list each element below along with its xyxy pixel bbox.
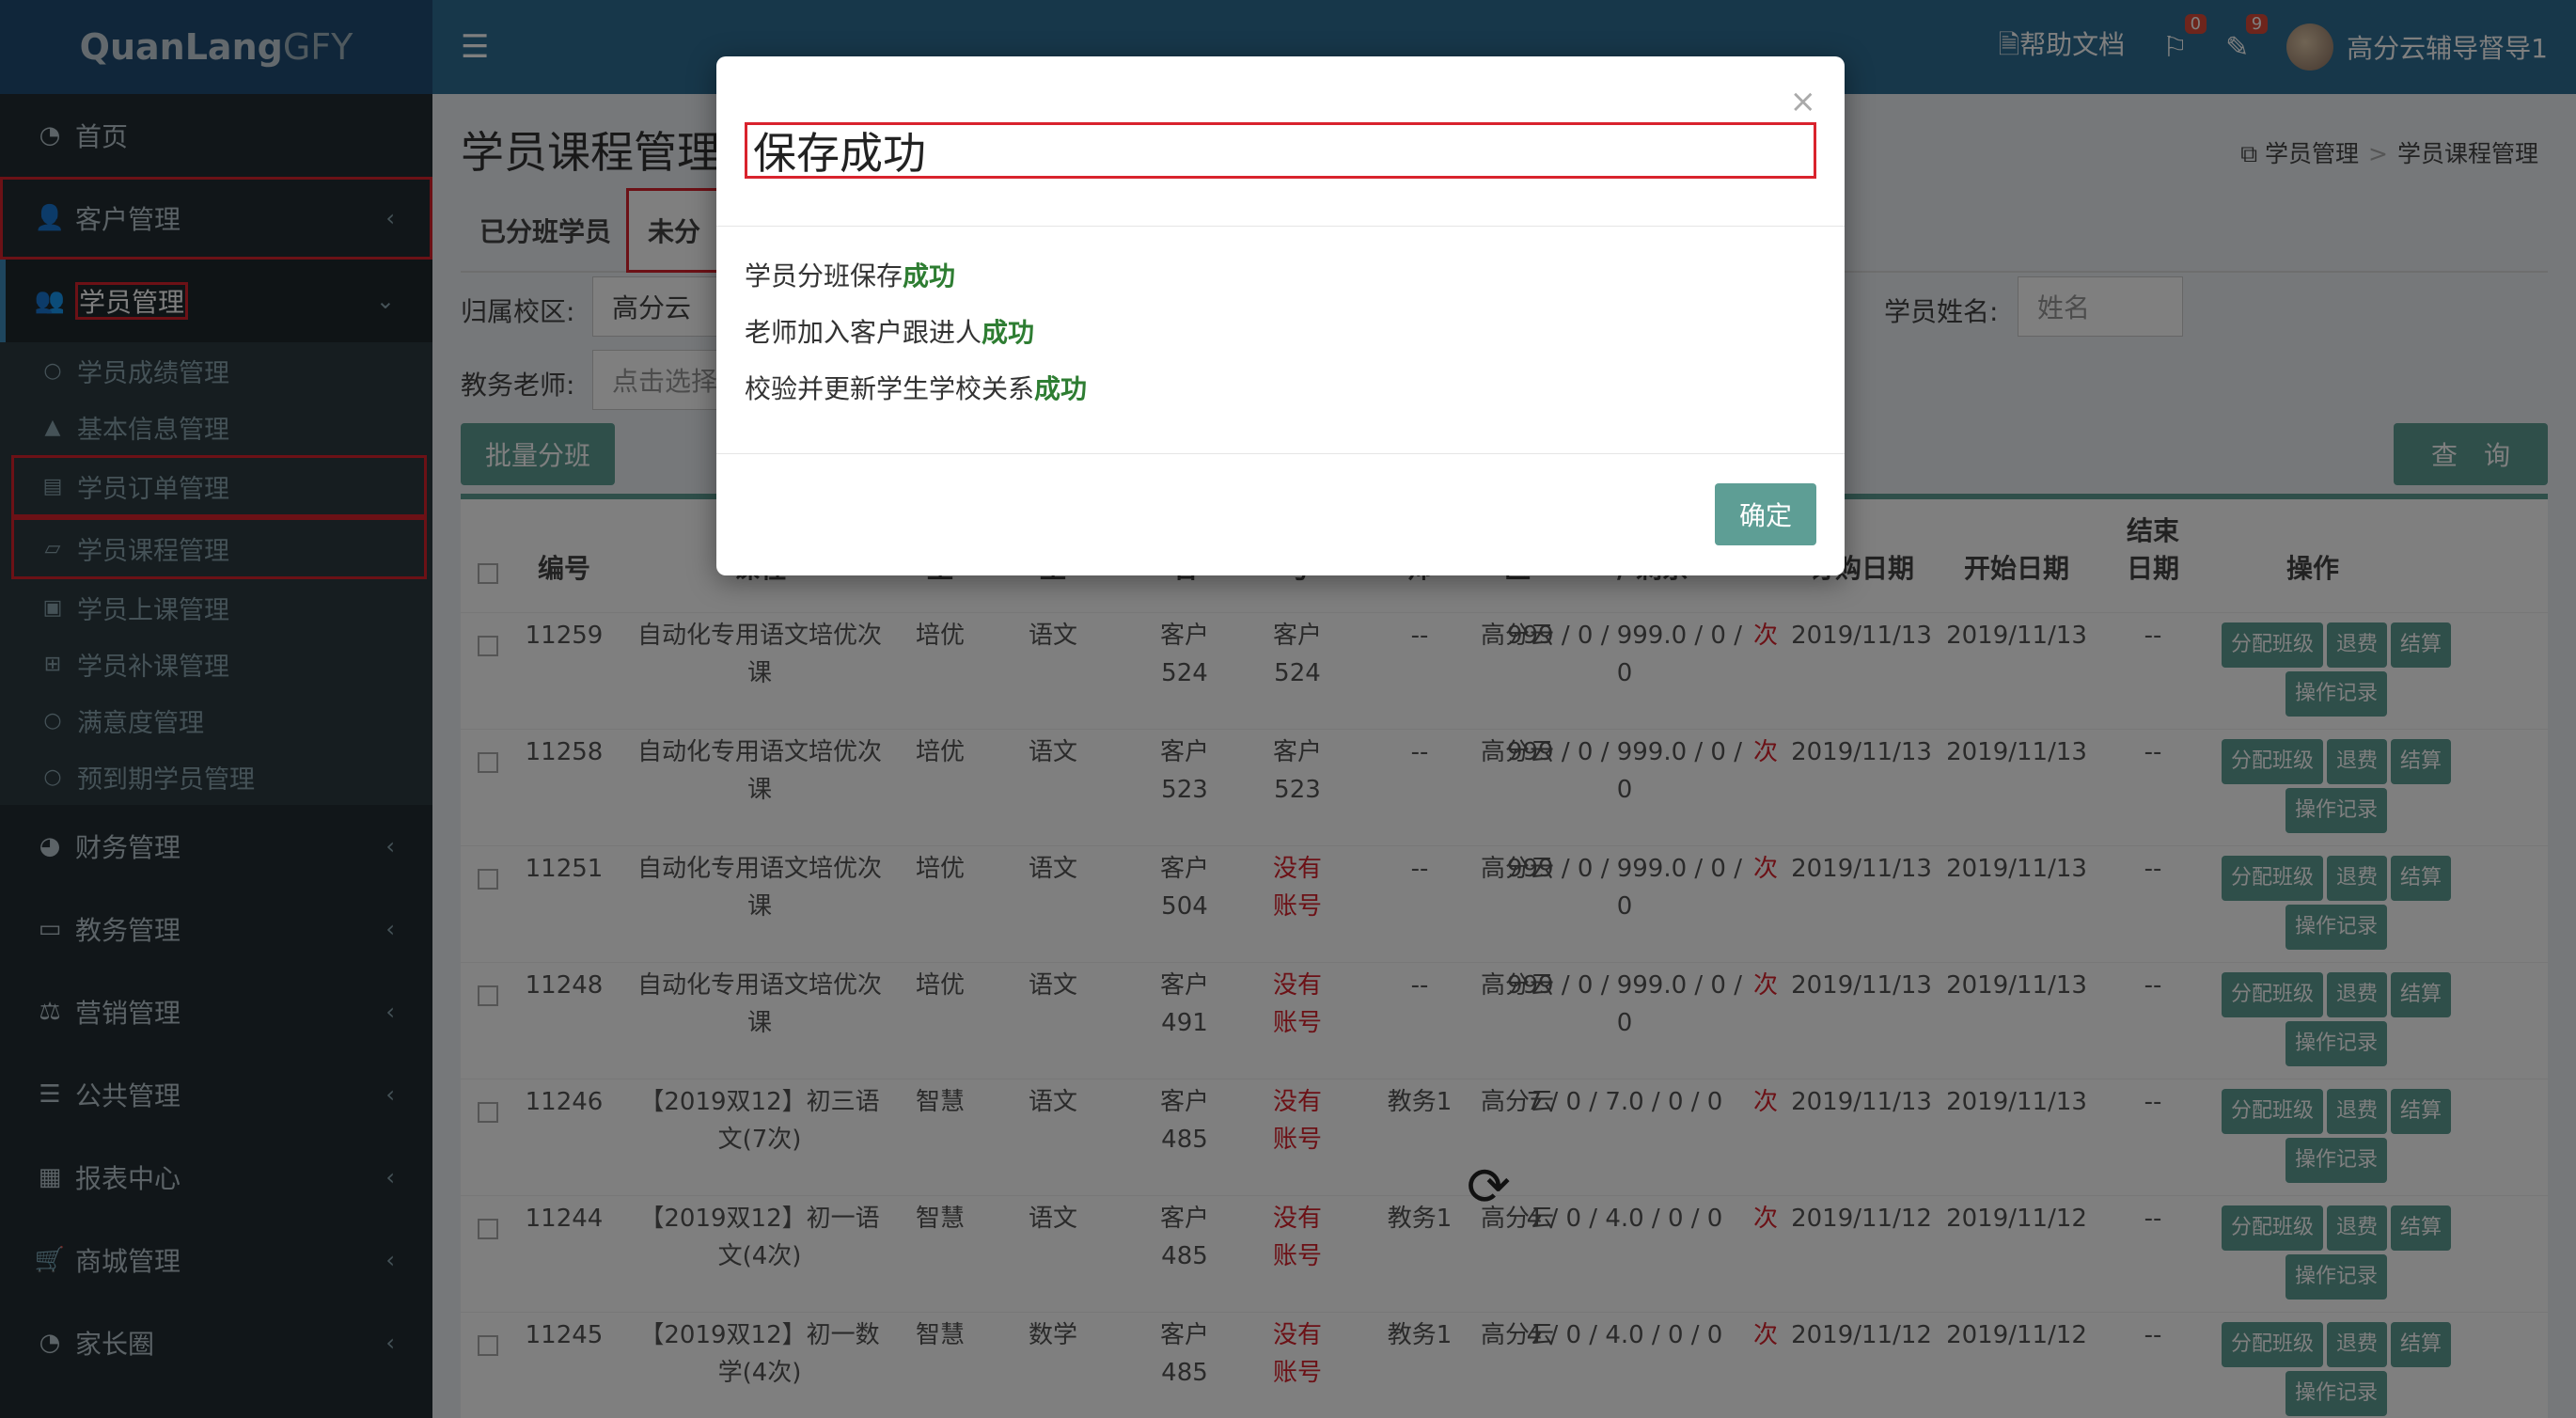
message-text: 学员分班保存: [745, 260, 903, 291]
dialog-title: 保存成功: [745, 122, 1816, 179]
refresh-spinner-icon: ⟳: [1467, 1157, 1511, 1218]
success-dialog: × 保存成功 学员分班保存成功 老师加入客户跟进人成功 校验并更新学生学校关系成…: [716, 56, 1845, 575]
message-status: 成功: [903, 260, 956, 291]
message-text: 老师加入客户跟进人: [745, 317, 982, 348]
message-status: 成功: [1034, 373, 1088, 404]
divider: [716, 226, 1845, 227]
confirm-button[interactable]: 确定: [1715, 483, 1816, 545]
message-line: 老师加入客户跟进人成功: [745, 312, 1034, 350]
divider: [716, 453, 1845, 454]
close-icon[interactable]: ×: [1790, 83, 1817, 120]
message-line: 学员分班保存成功: [745, 256, 955, 293]
message-line: 校验并更新学生学校关系成功: [745, 369, 1087, 406]
message-text: 校验并更新学生学校关系: [745, 373, 1035, 404]
message-status: 成功: [982, 317, 1035, 348]
